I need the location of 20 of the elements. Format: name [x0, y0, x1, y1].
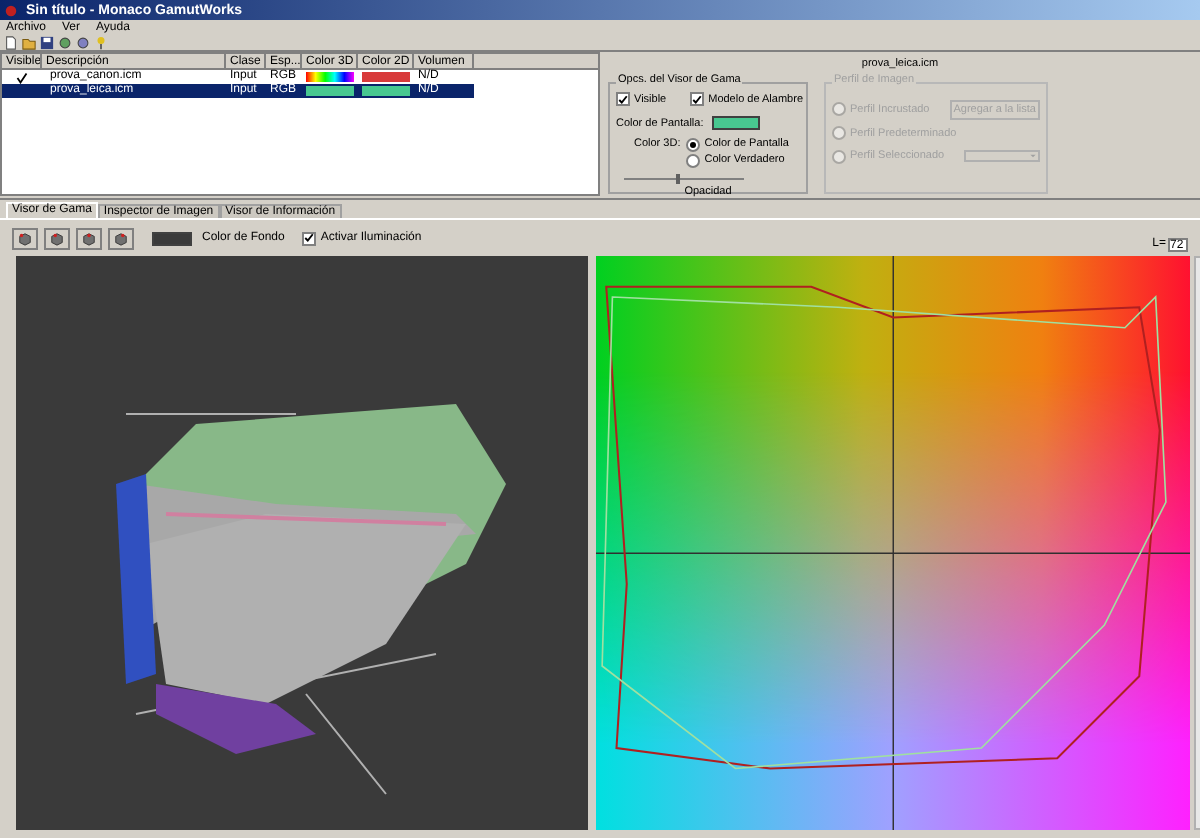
view-button[interactable] [76, 227, 102, 249]
cube-icon [114, 231, 128, 245]
radio-button[interactable] [686, 153, 701, 168]
save-icon[interactable] [40, 35, 54, 49]
cube-icon [18, 231, 32, 245]
checkbox[interactable] [302, 231, 317, 245]
radio-button[interactable] [686, 137, 701, 152]
cube-icon [50, 231, 64, 245]
pin-icon[interactable] [94, 35, 108, 49]
cube-icon [82, 231, 96, 245]
view-button[interactable] [108, 227, 134, 249]
view-button[interactable] [44, 227, 70, 249]
checkmark-icon[interactable] [16, 71, 28, 83]
checkbox[interactable] [690, 92, 705, 107]
app-icon [4, 3, 18, 17]
view-button[interactable] [12, 227, 38, 249]
color-button[interactable] [711, 116, 760, 131]
background-color-button[interactable] [152, 231, 192, 245]
slider-thumb[interactable] [676, 173, 681, 183]
checkbox[interactable] [616, 92, 630, 107]
